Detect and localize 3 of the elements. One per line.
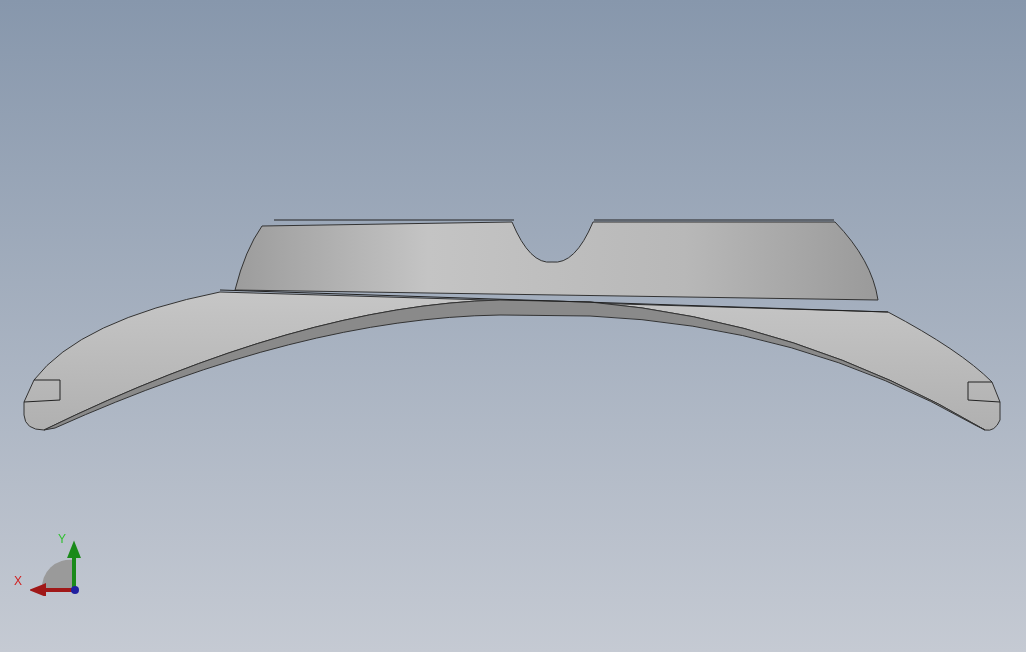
cad-viewport[interactable]: X Y: [0, 0, 1026, 652]
x-axis-label: X: [14, 574, 22, 588]
y-axis-label: Y: [58, 532, 66, 546]
